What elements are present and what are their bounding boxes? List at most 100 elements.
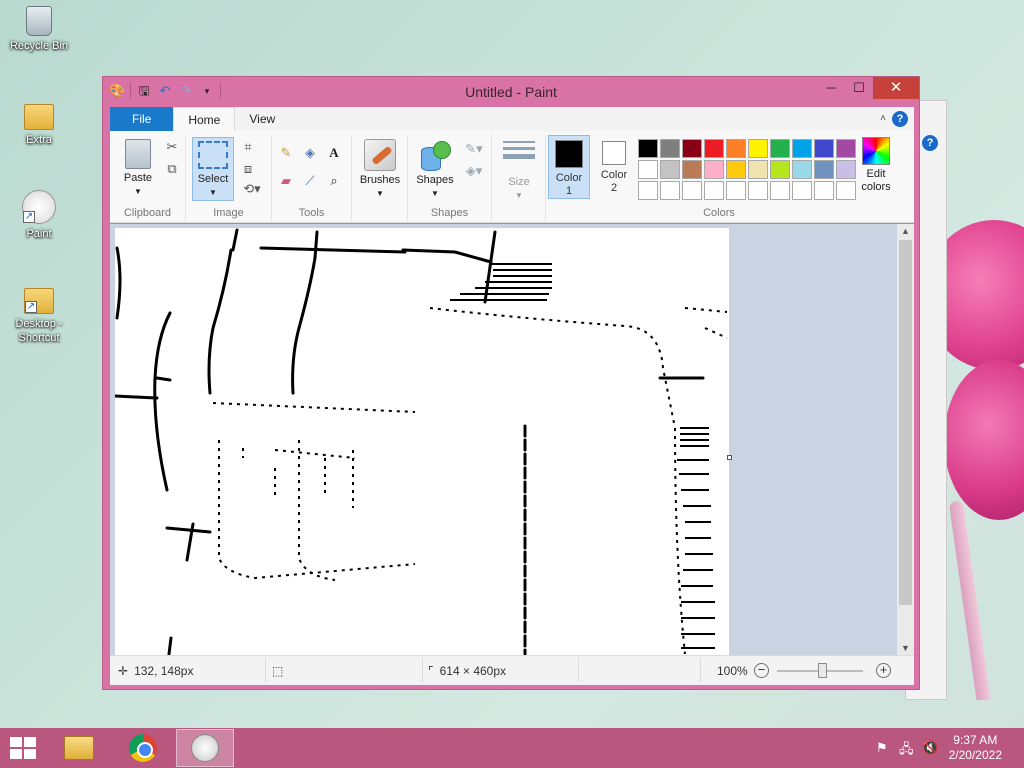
status-bar: ✛ 132, 148px ⬚ ⌜ 614 × 460px 100% − + bbox=[110, 655, 914, 685]
minimize-button[interactable]: ─ bbox=[817, 77, 845, 99]
palette-swatch[interactable] bbox=[638, 139, 658, 158]
vertical-scrollbar[interactable]: ▲ ▼ bbox=[897, 224, 914, 655]
scroll-down-icon[interactable]: ▼ bbox=[897, 641, 914, 655]
windows-logo-icon bbox=[10, 737, 22, 747]
system-clock[interactable]: 9:37 AM 2/20/2022 bbox=[949, 733, 1002, 763]
canvas-resize-handle[interactable] bbox=[727, 455, 732, 460]
palette-swatch[interactable] bbox=[748, 181, 768, 200]
palette-swatch[interactable] bbox=[770, 139, 790, 158]
eraser-icon[interactable]: ▰ bbox=[278, 173, 294, 189]
zoom-out-button[interactable]: − bbox=[754, 663, 769, 678]
paint-app-icon: ↗ bbox=[22, 190, 56, 224]
paste-icon bbox=[125, 139, 151, 169]
tab-file[interactable]: File bbox=[110, 107, 174, 131]
desktop-icon-recycle-bin[interactable]: Recycle Bin bbox=[4, 6, 74, 53]
fill-icon[interactable]: ◈ bbox=[302, 145, 318, 161]
group-label: Shapes bbox=[430, 207, 469, 219]
palette-swatch[interactable] bbox=[814, 160, 834, 179]
desktop-icon-extra[interactable]: Extra bbox=[4, 98, 74, 147]
paste-button[interactable]: Paste ▼ bbox=[116, 137, 160, 198]
edit-colors-button[interactable]: Edit colors bbox=[854, 135, 898, 194]
color1-button[interactable]: Color 1 bbox=[548, 135, 590, 199]
taskbar-paint[interactable] bbox=[176, 729, 234, 767]
resize-icon[interactable]: ⧈ bbox=[240, 161, 256, 177]
title-bar[interactable]: 🎨 🖫 ↶ ↷ ▾ Untitled - Paint ─ ☐ ✕ bbox=[103, 77, 919, 107]
palette-swatch[interactable] bbox=[792, 181, 812, 200]
palette-swatch[interactable] bbox=[638, 181, 658, 200]
taskbar-file-explorer[interactable] bbox=[50, 729, 108, 767]
cursor-position: ✛ 132, 148px bbox=[118, 664, 193, 678]
size-button[interactable]: Size ▼ bbox=[498, 137, 540, 202]
color-picker-icon[interactable]: ⟋ bbox=[302, 173, 318, 189]
palette-swatch[interactable] bbox=[660, 181, 680, 200]
minimize-ribbon-icon[interactable]: ˄ bbox=[880, 113, 886, 124]
cut-icon[interactable]: ✂ bbox=[164, 139, 180, 155]
palette-swatch[interactable] bbox=[792, 139, 812, 158]
size-label: Size bbox=[508, 176, 530, 188]
chevron-down-icon: ▼ bbox=[209, 188, 217, 197]
desktop-icon-desktop-shortcut[interactable]: ↗ Desktop - Shortcut bbox=[4, 282, 74, 345]
palette-swatch[interactable] bbox=[836, 181, 856, 200]
text-icon[interactable]: A bbox=[326, 145, 342, 161]
desktop-icon-paint[interactable]: ↗ Paint bbox=[4, 190, 74, 241]
help-icon[interactable]: ? bbox=[892, 111, 908, 127]
zoom-in-button[interactable]: + bbox=[876, 663, 891, 678]
palette-swatch[interactable] bbox=[770, 160, 790, 179]
select-button[interactable]: Select ▼ bbox=[192, 137, 234, 201]
tools-group: ✎ ◈ A ▰ ⟋ ⌕ Tools bbox=[272, 135, 352, 221]
palette-swatch[interactable] bbox=[638, 160, 658, 179]
palette-swatch[interactable] bbox=[704, 139, 724, 158]
palette-swatch[interactable] bbox=[836, 139, 856, 158]
maximize-button[interactable]: ☐ bbox=[845, 77, 873, 99]
palette-swatch[interactable] bbox=[704, 160, 724, 179]
crop-icon[interactable]: ⌗ bbox=[240, 139, 256, 155]
image-size-text: 614 × 460px bbox=[439, 664, 507, 678]
desktop-icon-label: Extra bbox=[26, 134, 52, 146]
chevron-down-icon: ▼ bbox=[515, 191, 523, 200]
scroll-up-icon[interactable]: ▲ bbox=[897, 224, 914, 238]
palette-swatch[interactable] bbox=[682, 181, 702, 200]
palette-swatch[interactable] bbox=[682, 139, 702, 158]
volume-muted-icon[interactable]: 🔇 bbox=[922, 740, 938, 756]
desktop-icon-label: Recycle Bin bbox=[9, 40, 69, 52]
palette-swatch[interactable] bbox=[726, 181, 746, 200]
palette-swatch[interactable] bbox=[726, 139, 746, 158]
clock-time: 9:37 AM bbox=[953, 733, 998, 747]
rotate-icon[interactable]: ⟲▾ bbox=[240, 181, 264, 197]
palette-swatch[interactable] bbox=[792, 160, 812, 179]
recycle-bin-icon bbox=[26, 6, 52, 36]
fill-shape-icon[interactable]: ◈▾ bbox=[462, 163, 486, 179]
drawing-canvas[interactable] bbox=[115, 228, 732, 655]
shapes-button[interactable]: Shapes ▼ bbox=[410, 137, 460, 200]
palette-swatch[interactable] bbox=[814, 181, 834, 200]
palette-swatch[interactable] bbox=[660, 160, 680, 179]
palette-swatch[interactable] bbox=[704, 181, 724, 200]
palette-swatch[interactable] bbox=[814, 139, 834, 158]
brushes-label: Brushes bbox=[359, 174, 401, 186]
copy-icon[interactable]: ⧉ bbox=[164, 161, 180, 177]
palette-swatch[interactable] bbox=[726, 160, 746, 179]
taskbar-chrome[interactable] bbox=[114, 729, 172, 767]
magnifier-icon[interactable]: ⌕ bbox=[326, 173, 342, 189]
palette-swatch[interactable] bbox=[836, 160, 856, 179]
network-icon[interactable]: 🖧 bbox=[899, 740, 914, 762]
pencil-icon[interactable]: ✎ bbox=[278, 145, 294, 161]
tab-view[interactable]: View bbox=[235, 107, 289, 131]
brushes-button[interactable]: Brushes ▼ bbox=[354, 137, 406, 200]
palette-swatch[interactable] bbox=[748, 160, 768, 179]
canvas-workspace[interactable] bbox=[110, 224, 897, 655]
palette-swatch[interactable] bbox=[682, 160, 702, 179]
zoom-slider-thumb[interactable] bbox=[818, 663, 827, 678]
start-button[interactable] bbox=[10, 737, 36, 759]
action-center-flag-icon[interactable]: ⚑ bbox=[876, 740, 888, 756]
close-button[interactable]: ✕ bbox=[873, 77, 919, 99]
file-explorer-icon bbox=[64, 736, 94, 760]
palette-swatch[interactable] bbox=[748, 139, 768, 158]
color2-button[interactable]: Color 2 bbox=[594, 135, 634, 199]
tab-home[interactable]: Home bbox=[173, 107, 236, 131]
outline-icon[interactable]: ✎▾ bbox=[462, 141, 486, 157]
color-wheel-icon bbox=[862, 137, 890, 165]
palette-swatch[interactable] bbox=[660, 139, 680, 158]
scroll-thumb[interactable] bbox=[899, 240, 912, 605]
palette-swatch[interactable] bbox=[770, 181, 790, 200]
